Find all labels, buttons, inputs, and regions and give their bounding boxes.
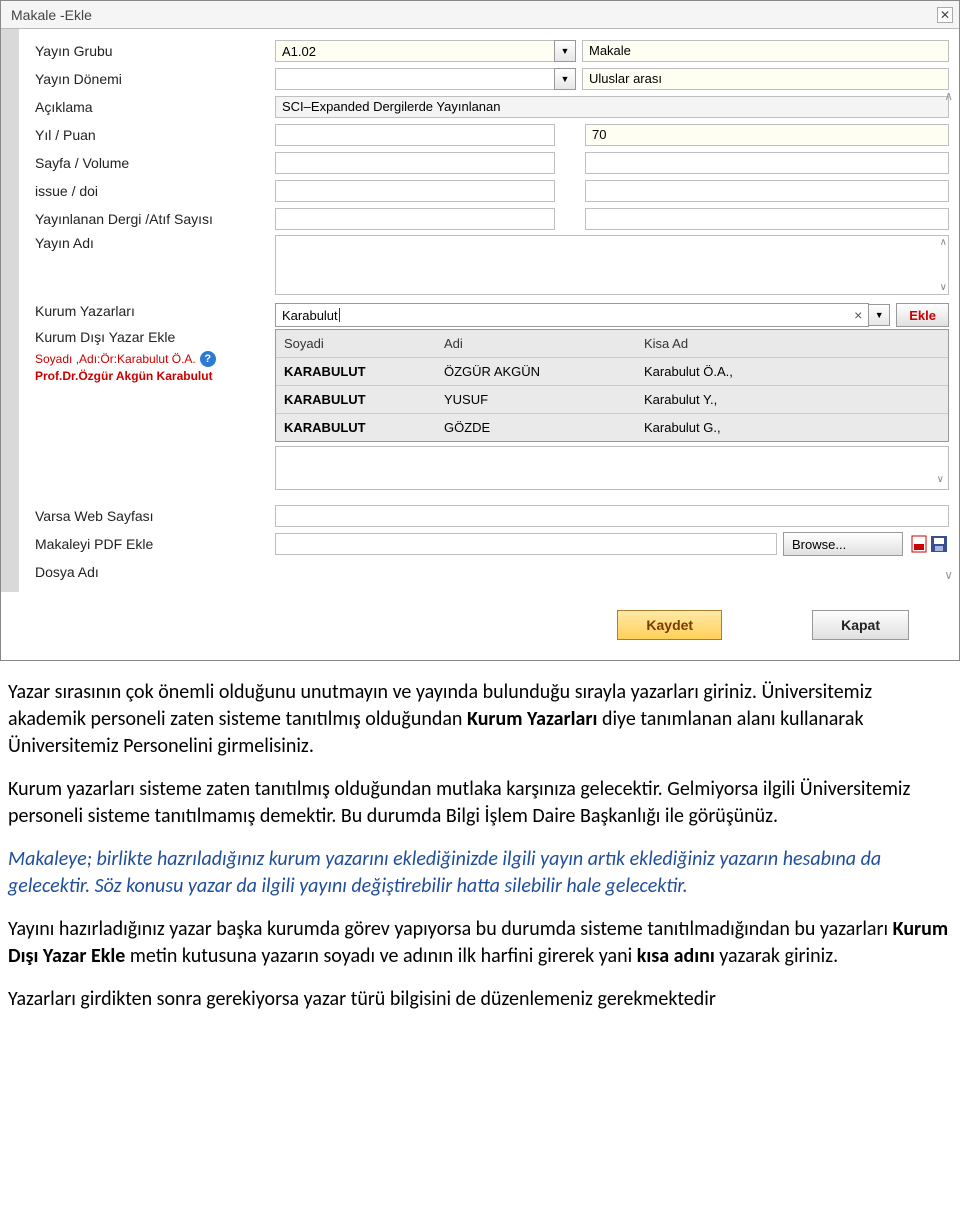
save-button[interactable]: Kaydet (617, 610, 722, 640)
add-article-dialog: Makale -Ekle ✕ ∧ Yayın Grubu A1.02 ▼ Mak… (0, 0, 960, 661)
scroll-down-icon[interactable]: ∨ (940, 282, 947, 293)
volume-field[interactable] (585, 152, 949, 174)
close-button[interactable]: Kapat (812, 610, 909, 640)
label-aciklama: Açıklama (35, 99, 275, 115)
yil-field[interactable] (275, 124, 555, 146)
issue-field[interactable] (275, 180, 555, 202)
scroll-up-icon[interactable]: ∧ (944, 89, 953, 103)
instruction-p1: Yazar sırasının çok önemli olduğunu unut… (8, 679, 952, 760)
dialog-title: Makale -Ekle (11, 7, 92, 23)
aciklama-field: SCI–Expanded Dergilerde Yayınlanan (275, 96, 949, 118)
suggest-row[interactable]: KARABULUT YUSUF Karabulut Y., (276, 386, 948, 414)
instruction-p4: Yayını hazırladığınız yazar başka kurumd… (8, 916, 952, 970)
close-icon[interactable]: ✕ (937, 7, 953, 23)
chevron-down-icon[interactable]: ▼ (868, 304, 890, 326)
scroll-up-icon[interactable]: ∧ (940, 237, 947, 248)
dialog-footer: Kaydet Kapat (1, 592, 959, 660)
instruction-p5: Yazarları girdikten sonra gerekiyorsa ya… (8, 986, 952, 1013)
save-icon[interactable] (929, 534, 949, 554)
dergi-field[interactable] (275, 208, 555, 230)
instruction-p2: Kurum yazarları sisteme zaten tanıtılmış… (8, 776, 952, 830)
left-strip (1, 29, 19, 592)
scroll-down-icon[interactable]: ∨ (937, 474, 944, 485)
chevron-down-icon[interactable]: ▼ (554, 68, 576, 90)
doi-field[interactable] (585, 180, 949, 202)
label-dosya-adi: Dosya Adı (35, 564, 275, 580)
author-search-input[interactable]: Karabulut × (275, 303, 869, 327)
label-pdf-ekle: Makaleyi PDF Ekle (35, 536, 275, 552)
instruction-p3: Makaleye; birlikte hazrıladığınız kurum … (8, 846, 952, 900)
yayin-donemi-select[interactable] (275, 68, 555, 90)
label-yil-puan: Yıl / Puan (35, 127, 275, 143)
label-dergi-atif: Yayınlanan Dergi /Atıf Sayısı (35, 211, 275, 227)
scroll-down-icon[interactable]: ∨ (944, 568, 953, 582)
label-kurum-disi-yazar: Kurum Dışı Yazar Ekle (35, 329, 275, 351)
suggest-row[interactable]: KARABULUT GÖZDE Karabulut G., (276, 414, 948, 441)
sayfa-field[interactable] (275, 152, 555, 174)
selected-author-name: Prof.Dr.Özgür Akgün Karabulut (35, 369, 275, 383)
author-suggest-list: Soyadi Adi Kisa Ad KARABULUT ÖZGÜR AKGÜN… (275, 329, 949, 442)
atif-field[interactable] (585, 208, 949, 230)
label-kurum-yazarlari: Kurum Yazarları (35, 303, 275, 329)
add-author-button[interactable]: Ekle (896, 303, 949, 327)
yayin-donemi-extra-field[interactable]: Uluslar arası (582, 68, 949, 90)
yayin-grubu-name-field[interactable]: Makale (582, 40, 949, 62)
pdf-path-field[interactable] (275, 533, 777, 555)
label-sayfa-volume: Sayfa / Volume (35, 155, 275, 171)
yayin-grubu-select[interactable]: A1.02 (275, 40, 555, 62)
browse-button[interactable]: Browse... (783, 532, 903, 556)
web-sayfasi-field[interactable] (275, 505, 949, 527)
suggest-header: Soyadi Adi Kisa Ad (276, 330, 948, 358)
puan-field[interactable]: 70 (585, 124, 949, 146)
hint-author-format: Soyadı ,Adı:Ör:Karabulut Ö.A. ? (35, 351, 275, 367)
author-added-list[interactable]: ∨ (275, 446, 949, 490)
suggest-row[interactable]: KARABULUT ÖZGÜR AKGÜN Karabulut Ö.A., (276, 358, 948, 386)
clear-icon[interactable]: × (854, 307, 862, 323)
label-web-sayfasi: Varsa Web Sayfası (35, 508, 275, 524)
pdf-icon[interactable] (909, 534, 929, 554)
chevron-down-icon[interactable]: ▼ (554, 40, 576, 62)
yayin-adi-textarea[interactable] (275, 235, 949, 295)
label-yayin-donemi: Yayın Dönemi (35, 71, 275, 87)
label-yayin-adi: Yayın Adı (35, 235, 275, 251)
label-issue-doi: issue / doi (35, 183, 275, 199)
instructions-block: Yazar sırasının çok önemli olduğunu unut… (0, 661, 960, 1037)
label-yayin-grubu: Yayın Grubu (35, 43, 275, 59)
help-icon[interactable]: ? (200, 351, 216, 367)
title-bar: Makale -Ekle ✕ (1, 1, 959, 29)
